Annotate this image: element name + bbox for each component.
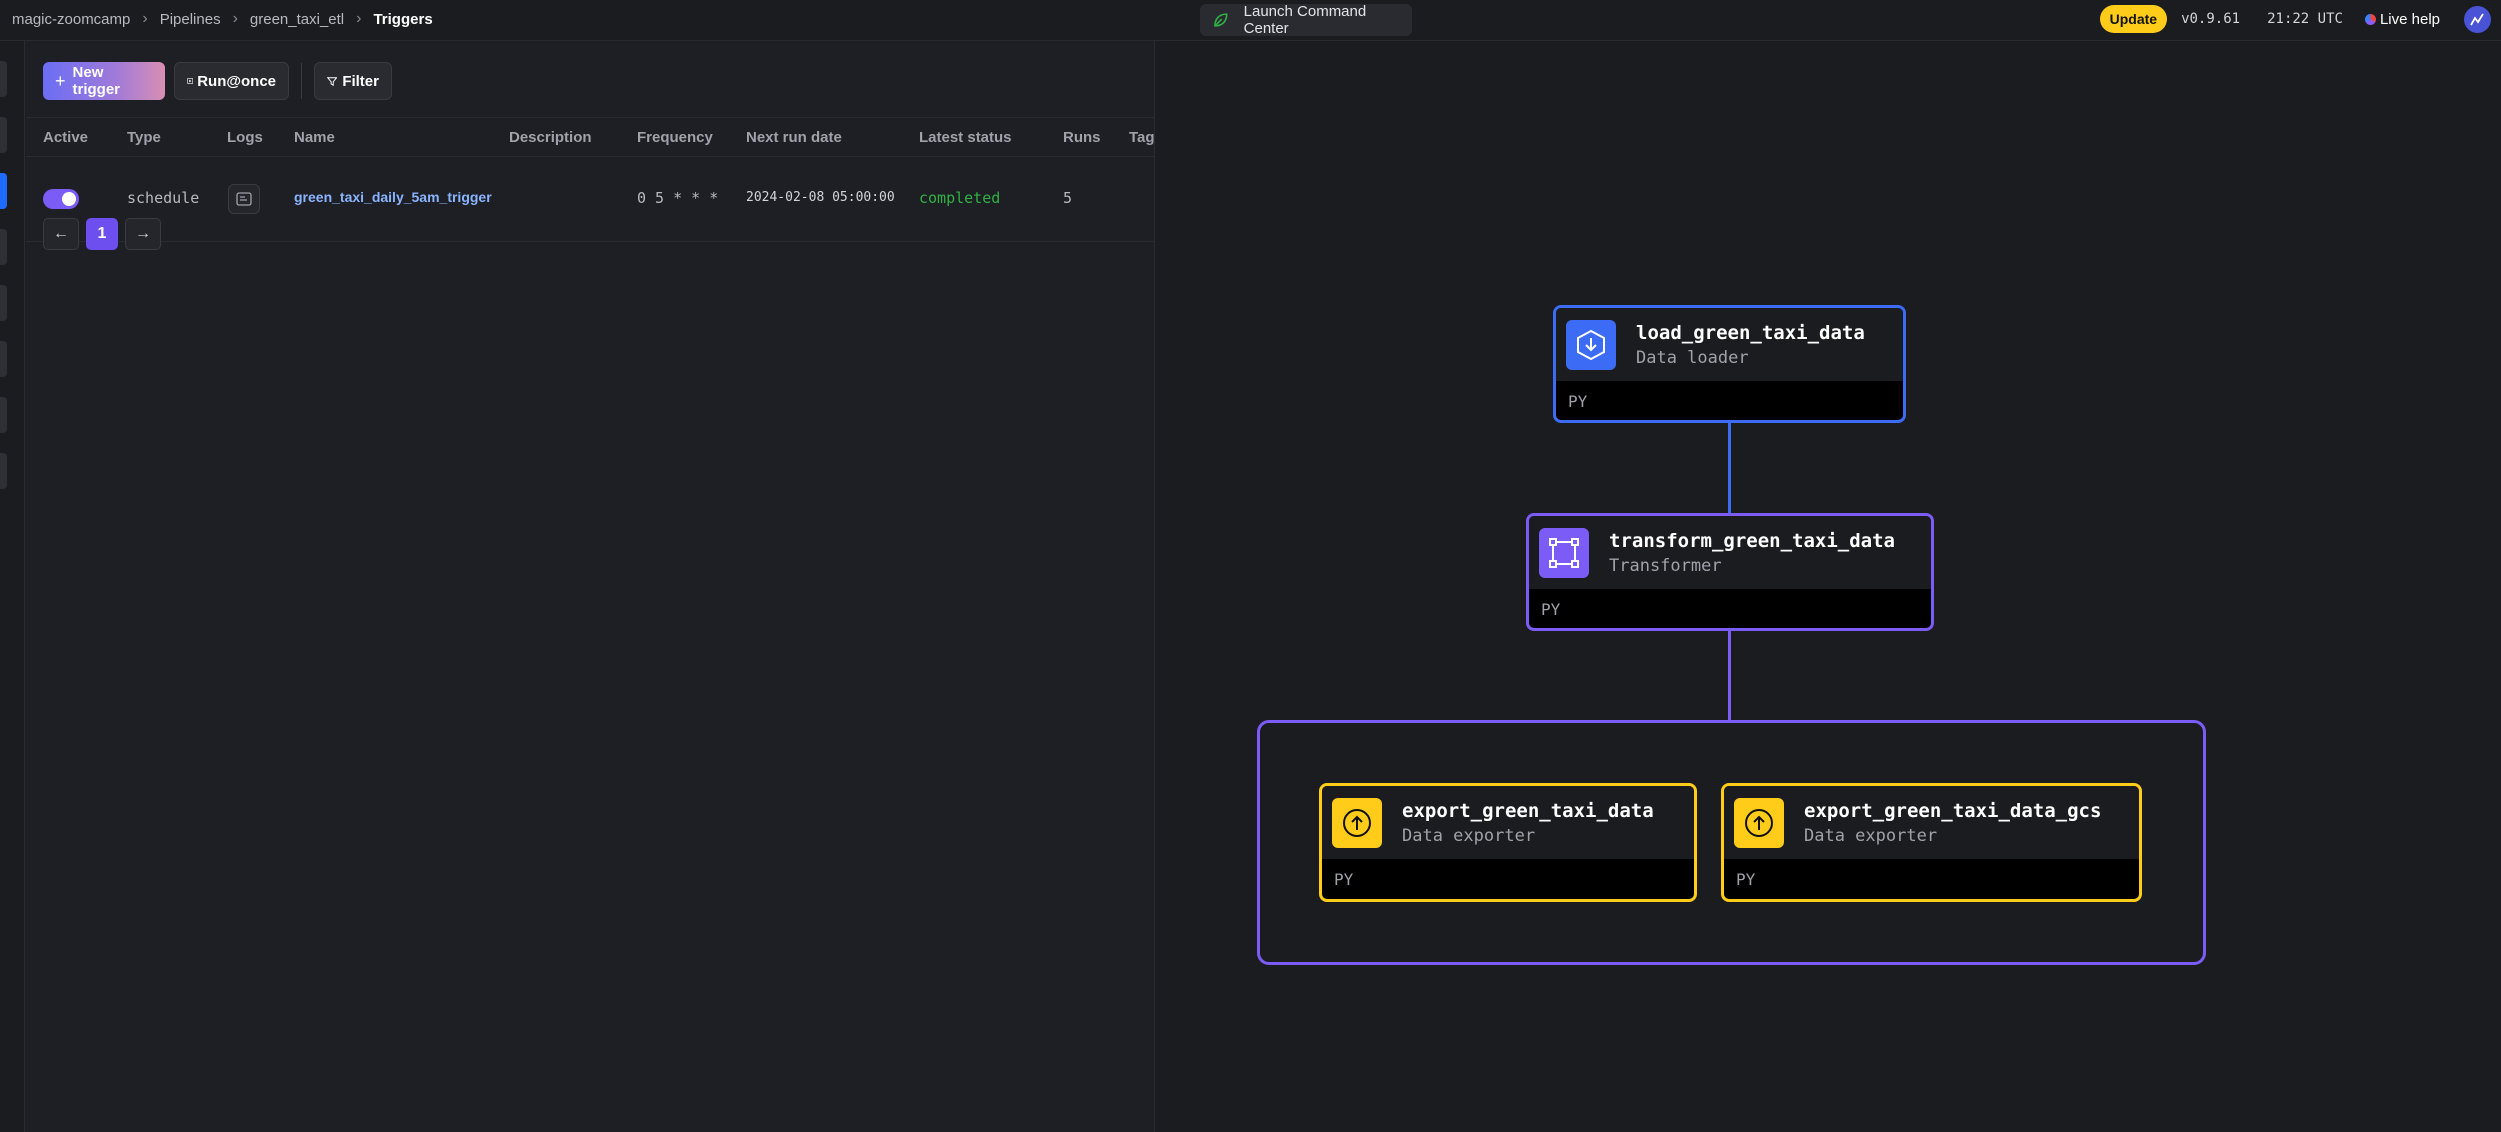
download-icon — [1566, 320, 1616, 370]
column-header[interactable]: Type — [127, 129, 161, 146]
block-type: Data exporter — [1804, 826, 1938, 846]
nav-item[interactable] — [0, 61, 7, 97]
upload-icon — [1332, 798, 1382, 848]
triggers-pane: + New trigger Run@once Filter Active Typ… — [26, 41, 1155, 1132]
command-center-label: Launch Command Center — [1243, 3, 1367, 37]
block-export-green-taxi-data[interactable]: export_green_taxi_data Data exporter PY — [1319, 783, 1697, 902]
nav-item[interactable] — [0, 285, 7, 321]
block-title: export_green_taxi_data_gcs — [1804, 800, 2102, 822]
block-language: PY — [1736, 870, 1756, 889]
chevron-right-icon: › — [232, 10, 238, 27]
runs-count: 5 — [1063, 189, 1073, 207]
version-label: v0.9.61 — [2181, 11, 2241, 27]
block-load-green-taxi-data[interactable]: load_green_taxi_data Data loader PY — [1553, 305, 1906, 423]
block-language: PY — [1334, 870, 1354, 889]
left-nav-rail — [0, 41, 25, 1132]
block-transform-green-taxi-data[interactable]: transform_green_taxi_data Transformer PY — [1526, 513, 1934, 631]
block-header: export_green_taxi_data Data exporter — [1322, 786, 1694, 859]
avatar-icon — [2470, 13, 2484, 25]
plus-icon: + — [55, 70, 66, 91]
breadcrumb-pipelines[interactable]: Pipelines — [160, 11, 221, 28]
column-header[interactable]: Frequency — [637, 129, 713, 146]
block-type: Data exporter — [1402, 826, 1536, 846]
column-header[interactable]: Name — [294, 129, 335, 146]
upload-icon — [1734, 798, 1784, 848]
arrow-right-icon: → — [135, 225, 151, 242]
leaf-icon — [1214, 13, 1228, 27]
breadcrumb: magic-zoomcamp › Pipelines › green_taxi_… — [12, 0, 433, 38]
trigger-type: schedule — [127, 189, 200, 207]
nav-item[interactable] — [0, 229, 7, 265]
active-toggle[interactable] — [43, 189, 79, 209]
column-header[interactable]: Tag — [1129, 129, 1155, 146]
column-header[interactable]: Next run date — [746, 129, 842, 146]
filter-label: Filter — [342, 72, 379, 90]
trigger-name-link[interactable]: green_taxi_daily_5am_trigger — [294, 189, 492, 205]
column-header[interactable]: Latest status — [919, 129, 1012, 146]
live-help-link[interactable]: Live help — [2364, 10, 2440, 28]
nav-item-triggers[interactable] — [0, 173, 7, 209]
block-header: transform_green_taxi_data Transformer — [1529, 516, 1931, 589]
toggle-knob — [62, 192, 76, 206]
top-header: magic-zoomcamp › Pipelines › green_taxi_… — [0, 0, 2501, 41]
breadcrumb-current: Triggers — [373, 10, 433, 28]
update-button[interactable]: Update — [2099, 5, 2168, 33]
help-icon — [2364, 13, 2376, 25]
filter-icon — [327, 76, 338, 86]
logs-icon — [236, 192, 252, 206]
nav-item[interactable] — [0, 453, 7, 489]
block-header: export_green_taxi_data_gcs Data exporter — [1724, 786, 2139, 859]
trigger-frequency: 0 5 * * * — [637, 189, 719, 207]
latest-status: completed — [919, 189, 1001, 207]
nav-item[interactable] — [0, 117, 7, 153]
edge-loader-transformer — [1728, 422, 1731, 515]
block-type: Transformer — [1609, 556, 1722, 576]
page-button-current[interactable]: 1 — [86, 218, 118, 250]
block-type: Data loader — [1636, 348, 1749, 368]
run-once-button[interactable]: Run@once — [174, 62, 289, 100]
block-header: load_green_taxi_data Data loader — [1556, 308, 1903, 381]
launch-command-center-button[interactable]: Launch Command Center — [1200, 3, 1412, 37]
filter-button[interactable]: Filter — [314, 62, 392, 100]
chevron-right-icon: › — [356, 10, 362, 27]
new-trigger-label: New trigger — [72, 64, 121, 98]
logs-button[interactable] — [228, 184, 260, 214]
play-icon — [187, 78, 194, 84]
toolbar-divider — [301, 63, 302, 99]
dependency-graph[interactable]: load_green_taxi_data Data loader PY tran… — [1154, 41, 2501, 1132]
run-once-label: Run@once — [197, 72, 276, 90]
new-trigger-button[interactable]: + New trigger — [43, 62, 165, 100]
avatar[interactable] — [2464, 5, 2491, 33]
column-header[interactable]: Logs — [227, 129, 263, 146]
arrow-left-icon: ← — [53, 225, 69, 242]
block-title: load_green_taxi_data — [1636, 322, 1865, 344]
block-export-green-taxi-data-gcs[interactable]: export_green_taxi_data_gcs Data exporter… — [1721, 783, 2142, 902]
chevron-right-icon: › — [142, 10, 148, 27]
nav-item[interactable] — [0, 397, 7, 433]
block-title: export_green_taxi_data — [1402, 800, 1654, 822]
live-help-label: Live help — [2379, 10, 2440, 28]
block-title: transform_green_taxi_data — [1609, 530, 1895, 552]
block-language: PY — [1568, 392, 1588, 411]
column-header[interactable]: Runs — [1063, 129, 1101, 146]
breadcrumb-project[interactable]: magic-zoomcamp — [12, 11, 130, 28]
triggers-toolbar: + New trigger Run@once Filter — [43, 62, 392, 100]
pagination: ← 1 → — [43, 218, 168, 250]
edge-transformer-exporters — [1728, 630, 1731, 723]
next-run-date: 2024-02-08 05:00:00 — [746, 190, 895, 205]
nav-item[interactable] — [0, 341, 7, 377]
breadcrumb-pipeline[interactable]: green_taxi_etl — [250, 11, 344, 28]
prev-page-button[interactable]: ← — [43, 218, 79, 250]
column-header[interactable]: Active — [43, 129, 88, 146]
clock-label: 21:22 UTC — [2267, 11, 2343, 27]
transform-icon — [1539, 528, 1589, 578]
table-row[interactable]: schedule green_taxi_daily_5am_trigger 0 … — [26, 158, 1154, 242]
block-language: PY — [1541, 600, 1561, 619]
column-header[interactable]: Description — [509, 129, 592, 146]
next-page-button[interactable]: → — [125, 218, 161, 250]
table-header: Active Type Logs Name Description Freque… — [26, 117, 1155, 157]
